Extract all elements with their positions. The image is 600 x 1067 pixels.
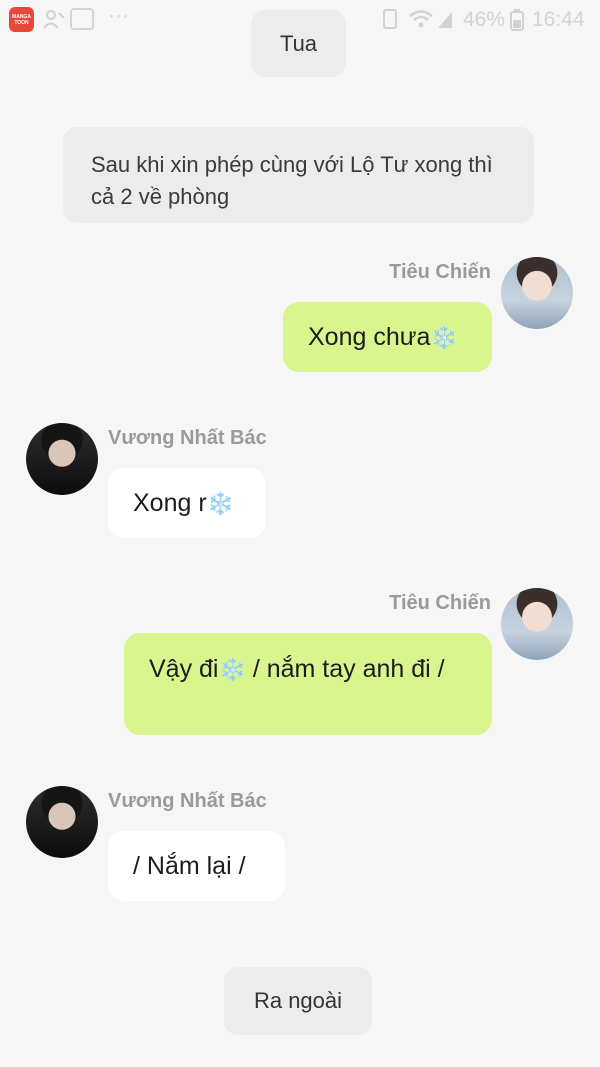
- image-icon: [70, 8, 94, 30]
- message-text: Vậy đi: [149, 655, 219, 683]
- app-icon-label-bottom: TOON: [14, 19, 29, 26]
- narration-text: Sau khi xin phép cùng với Lộ Tư xong thì…: [91, 152, 493, 209]
- message-bubble: / Nắm lại /: [108, 831, 285, 901]
- message-bubble: Xong chưa❄️: [283, 302, 492, 372]
- more-dots-icon: ···: [108, 4, 129, 27]
- skip-pill[interactable]: Tua: [251, 10, 346, 77]
- avatar[interactable]: [26, 786, 98, 858]
- snowflake-icon: ❄️: [430, 325, 458, 350]
- message-text: / Nắm lại /: [133, 852, 246, 880]
- narration-box: Sau khi xin phép cùng với Lộ Tư xong thì…: [63, 127, 534, 223]
- clock: 16:44: [532, 8, 585, 31]
- sender-name: Tiêu Chiến: [389, 592, 491, 614]
- battery-percent: 46%: [463, 8, 506, 31]
- wifi-icon: [408, 9, 434, 33]
- avatar[interactable]: [501, 588, 573, 660]
- avatar[interactable]: [501, 257, 573, 329]
- snowflake-icon: ❄️: [218, 657, 246, 682]
- go-out-label: Ra ngoài: [253, 988, 343, 1013]
- message-text: Xong chưa: [308, 323, 431, 351]
- sender-name: Vương Nhất Bác: [108, 427, 267, 449]
- message-text: / nắm tay anh đi /: [245, 655, 445, 683]
- sim-icon: [383, 9, 397, 33]
- avatar[interactable]: [26, 423, 98, 495]
- skip-label: Tua: [279, 30, 318, 56]
- go-out-pill[interactable]: Ra ngoài: [224, 967, 372, 1035]
- message-bubble: Vậy đi❄️ / nắm tay anh đi /: [124, 633, 492, 735]
- signal-icon: [437, 9, 453, 33]
- sender-name: Vương Nhất Bác: [108, 790, 267, 812]
- user-icon: [42, 9, 66, 33]
- sender-name: Tiêu Chiến: [389, 261, 491, 283]
- message-text: Xong r: [133, 489, 207, 517]
- message-bubble: Xong r❄️: [108, 468, 266, 538]
- snowflake-icon: ❄️: [206, 491, 235, 516]
- mangatoon-app-icon: MANGA TOON: [9, 7, 34, 32]
- battery-icon: [510, 9, 524, 35]
